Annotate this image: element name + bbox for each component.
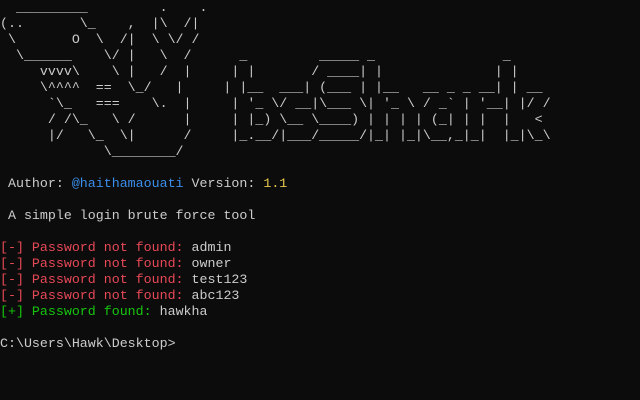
version-number: 1.1	[263, 176, 288, 191]
result-value: abc123	[191, 288, 240, 303]
result-value: test123	[191, 272, 248, 287]
result-message: Password not found:	[23, 256, 192, 271]
result-message: Password not found:	[23, 272, 192, 287]
author-line: Author: @haithamaouati Version: 1.1	[0, 176, 287, 192]
result-line-fail: [-] Password not found: test123	[0, 272, 247, 288]
fail-tag: [-]	[0, 272, 24, 287]
result-value: hawkha	[159, 304, 208, 319]
result-value: owner	[191, 256, 232, 271]
banner-line: `\_ === \. | | '_ \/ __|\___ \| '_ \ / _…	[0, 96, 551, 111]
result-value: admin	[191, 240, 232, 255]
banner-line: \______ \/ | \ / _ _____ _ _	[0, 48, 511, 63]
banner-line: \^^^^ == \_/ | | |__ ___| (___ | |__ __ …	[0, 80, 543, 95]
fail-tag: [-]	[0, 288, 24, 303]
result-line-fail: [-] Password not found: owner	[0, 256, 247, 272]
author-label: Author:	[0, 176, 72, 191]
author-handle: @haithamaouati	[71, 176, 184, 191]
terminal-window[interactable]: _________ . . (.. \_ , |\ /| \ O \ /| \ …	[0, 0, 640, 400]
command-prompt[interactable]: C:\Users\Hawk\Desktop>	[0, 336, 176, 352]
banner-line: (.. \_ , |\ /|	[0, 16, 200, 31]
banner-line: |/ \_ \| / |_.__/|___/_____/|_| |_|\__,_…	[0, 128, 551, 143]
success-tag: [+]	[0, 304, 24, 319]
result-message: Password not found:	[23, 240, 192, 255]
ascii-banner: _________ . . (.. \_ , |\ /| \ O \ /| \ …	[0, 0, 640, 160]
tool-description: A simple login brute force tool	[0, 208, 256, 223]
banner-line: / /\_ \ / | | |_) \__ \____) | | | | (_|…	[0, 112, 543, 127]
version-label: Version:	[183, 176, 264, 191]
banner-line: \________/	[0, 144, 184, 159]
banner-line: vvvv\ \ | / | | | / ____| | | |	[0, 64, 519, 79]
result-line-fail: [-] Password not found: admin	[0, 240, 247, 256]
fail-tag: [-]	[0, 256, 24, 271]
result-line-success: [+] Password found: hawkha	[0, 304, 247, 320]
result-message: Password found:	[23, 304, 160, 319]
result-line-fail: [-] Password not found: abc123	[0, 288, 247, 304]
banner-line: \ O \ /| \ \/ /	[0, 32, 200, 47]
result-message: Password not found:	[23, 288, 192, 303]
fail-tag: [-]	[0, 240, 24, 255]
banner-line: _________ . .	[0, 0, 208, 15]
results-list: [-] Password not found: admin [-] Passwo…	[0, 240, 247, 320]
